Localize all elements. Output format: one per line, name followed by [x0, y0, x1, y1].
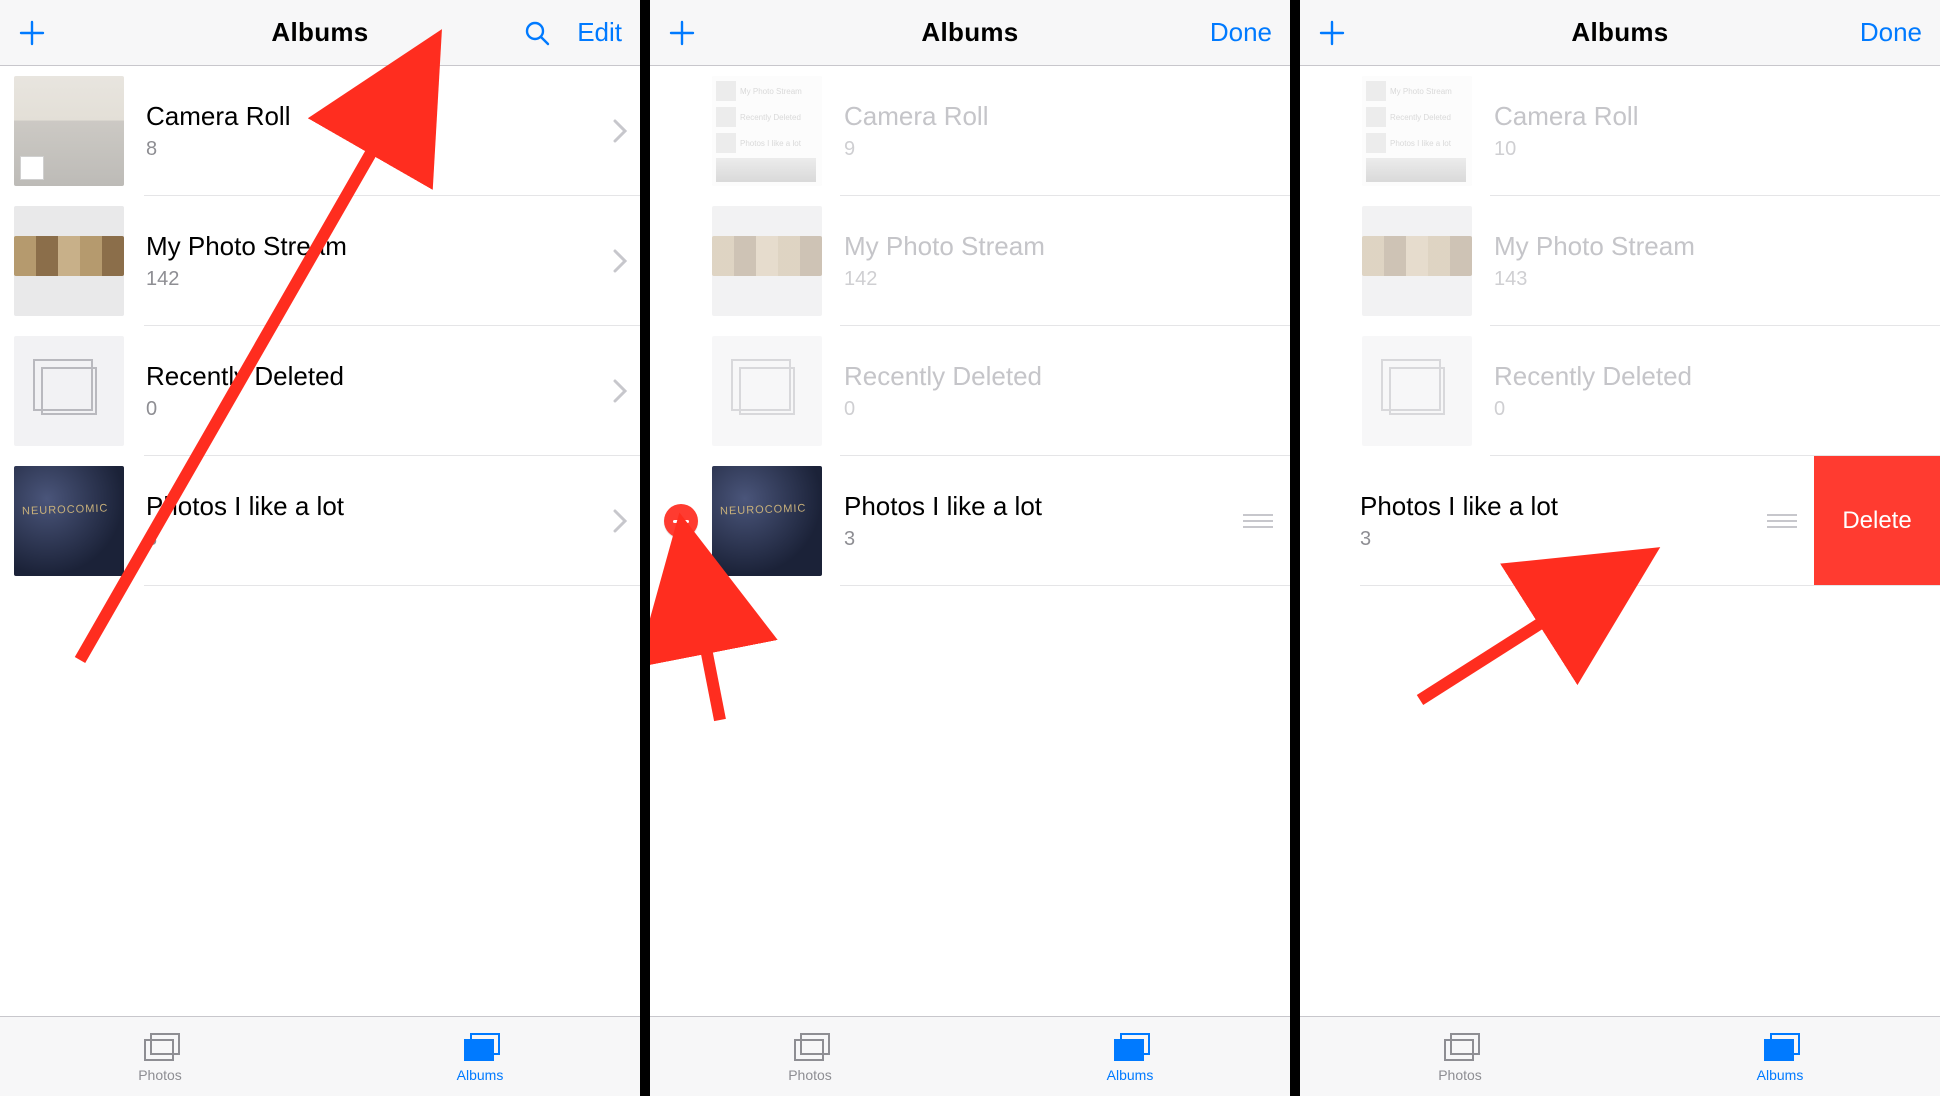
album-row-recently-deleted: Recently Deleted 0: [650, 326, 1290, 456]
albums-list-editing: My Photo Stream Recently Deleted Photos …: [650, 66, 1290, 1016]
album-thumb: [712, 206, 822, 316]
album-thumb: [14, 466, 124, 576]
album-count: 3: [844, 528, 1236, 551]
album-count: 8: [146, 138, 600, 161]
album-title: Photos I like a lot: [844, 491, 1236, 522]
done-button[interactable]: Done: [1210, 17, 1272, 48]
album-count: 10: [1494, 138, 1940, 161]
photos-tab-icon: [790, 1031, 830, 1063]
three-screen-tutorial: Albums Edit Camera Roll 8: [0, 0, 1940, 1096]
album-count: 143: [1494, 268, 1940, 291]
tab-photos[interactable]: Photos: [1300, 1017, 1620, 1096]
album-title: Camera Roll: [1494, 101, 1940, 132]
albums-list-editing: My Photo Stream Recently Deleted Photos …: [1300, 66, 1940, 1016]
albums-tab-icon: [1760, 1031, 1800, 1063]
photos-tab-icon: [140, 1031, 180, 1063]
screen-1: Albums Edit Camera Roll 8: [0, 0, 640, 1096]
album-title: My Photo Stream: [844, 231, 1290, 262]
album-row-photos-i-like[interactable]: Photos I like a lot 3 Delete: [1300, 456, 1940, 586]
album-title: Photos I like a lot: [1360, 491, 1760, 522]
album-thumb: My Photo Stream Recently Deleted Photos …: [712, 76, 822, 186]
delete-button[interactable]: Delete: [1814, 456, 1940, 586]
chevron-right-icon: [600, 119, 640, 143]
reorder-handle-icon[interactable]: [1760, 514, 1804, 528]
album-thumb: [1362, 336, 1472, 446]
tab-albums[interactable]: Albums: [1620, 1017, 1940, 1096]
tab-label: Albums: [1757, 1067, 1804, 1083]
nav-bar: Albums Done: [650, 0, 1290, 66]
album-title: Recently Deleted: [844, 361, 1290, 392]
album-count: 0: [844, 398, 1290, 421]
nav-bar: Albums Done: [1300, 0, 1940, 66]
album-count: 3: [146, 528, 600, 551]
add-album-button[interactable]: [1318, 19, 1346, 47]
album-row-photo-stream: My Photo Stream 142: [650, 196, 1290, 326]
tab-label: Photos: [788, 1067, 832, 1083]
album-row-camera-roll: My Photo Stream Recently Deleted Photos …: [1300, 66, 1940, 196]
tab-photos[interactable]: Photos: [650, 1017, 970, 1096]
tab-label: Photos: [1438, 1067, 1482, 1083]
chevron-right-icon: [600, 379, 640, 403]
tab-bar: Photos Albums: [0, 1016, 640, 1096]
add-album-button[interactable]: [18, 19, 46, 47]
tab-label: Albums: [457, 1067, 504, 1083]
album-row-recently-deleted[interactable]: Recently Deleted 0: [0, 326, 640, 456]
album-thumb: [712, 336, 822, 446]
nav-title: Albums: [1300, 17, 1940, 48]
tab-albums[interactable]: Albums: [970, 1017, 1290, 1096]
album-title: Photos I like a lot: [146, 491, 600, 522]
albums-tab-icon: [1110, 1031, 1150, 1063]
chevron-right-icon: [600, 249, 640, 273]
tab-bar: Photos Albums: [650, 1016, 1290, 1096]
album-count: 3: [1360, 528, 1760, 551]
album-thumb: My Photo Stream Recently Deleted Photos …: [1362, 76, 1472, 186]
tab-bar: Photos Albums: [1300, 1016, 1940, 1096]
add-album-button[interactable]: [668, 19, 696, 47]
screen-2: Albums Done My Photo Stream Recently Del…: [650, 0, 1290, 1096]
edit-button[interactable]: Edit: [577, 17, 622, 48]
album-count: 142: [146, 268, 600, 291]
albums-list: Camera Roll 8 My Photo Stream 142 Recent…: [0, 66, 640, 1016]
nav-title: Albums: [650, 17, 1290, 48]
album-thumb: [14, 336, 124, 446]
search-icon[interactable]: [523, 19, 551, 47]
album-row-photo-stream[interactable]: My Photo Stream 142: [0, 196, 640, 326]
album-row-photos-i-like[interactable]: Photos I like a lot 3: [650, 456, 1290, 586]
album-count: 9: [844, 138, 1290, 161]
album-row-photo-stream: My Photo Stream 143: [1300, 196, 1940, 326]
album-title: Camera Roll: [844, 101, 1290, 132]
album-thumb: [1362, 206, 1472, 316]
album-row-camera-roll: My Photo Stream Recently Deleted Photos …: [650, 66, 1290, 196]
album-title: My Photo Stream: [146, 231, 600, 262]
album-thumb: [14, 206, 124, 316]
tab-photos[interactable]: Photos: [0, 1017, 320, 1096]
delete-minus-icon[interactable]: [664, 504, 698, 538]
chevron-right-icon: [600, 509, 640, 533]
photos-tab-icon: [1440, 1031, 1480, 1063]
album-count: 0: [146, 398, 600, 421]
album-count: 142: [844, 268, 1290, 291]
album-title: My Photo Stream: [1494, 231, 1940, 262]
albums-tab-icon: [460, 1031, 500, 1063]
album-count: 0: [1494, 398, 1940, 421]
screen-3: Albums Done My Photo Stream Recently Del…: [1300, 0, 1940, 1096]
album-thumb: [14, 76, 124, 186]
reorder-handle-icon[interactable]: [1236, 514, 1280, 528]
tab-label: Photos: [138, 1067, 182, 1083]
album-row-camera-roll[interactable]: Camera Roll 8: [0, 66, 640, 196]
album-title: Recently Deleted: [146, 361, 600, 392]
tab-label: Albums: [1107, 1067, 1154, 1083]
tab-albums[interactable]: Albums: [320, 1017, 640, 1096]
done-button[interactable]: Done: [1860, 17, 1922, 48]
album-row-recently-deleted: Recently Deleted 0: [1300, 326, 1940, 456]
album-title: Recently Deleted: [1494, 361, 1940, 392]
nav-bar: Albums Edit: [0, 0, 640, 66]
album-thumb: [712, 466, 822, 576]
album-title: Camera Roll: [146, 101, 600, 132]
album-row-photos-i-like[interactable]: Photos I like a lot 3: [0, 456, 640, 586]
